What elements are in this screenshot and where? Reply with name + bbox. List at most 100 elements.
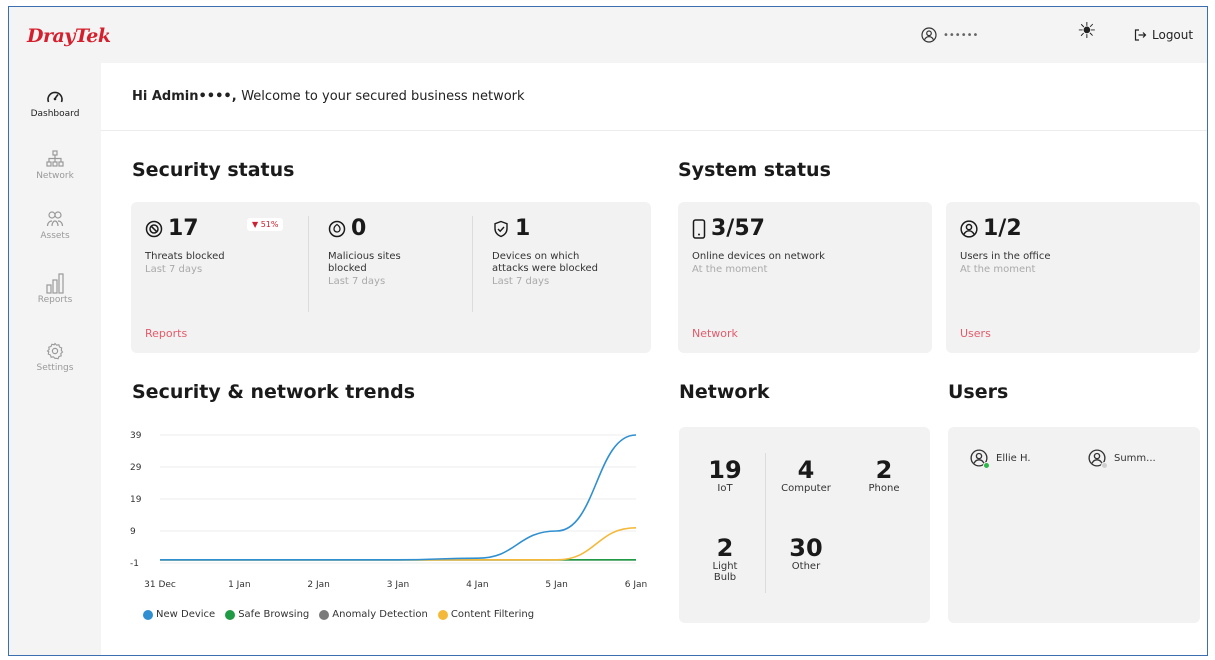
x-tick-label: 6 Jan xyxy=(625,580,647,590)
x-tick-label: 31 Dec xyxy=(144,580,176,590)
greeting-prefix: Hi Admin xyxy=(132,89,199,104)
users-link[interactable]: Users xyxy=(960,327,991,340)
series-line xyxy=(160,434,637,561)
legend-swatch xyxy=(319,609,330,620)
legend-swatch xyxy=(143,609,153,620)
trends-chart-svg: 39 29 19 9 -1 31 Dec 1 Jan 2 Jan 3 Jan 4 Jan 5 Jan… xyxy=(130,431,647,590)
devices-attacked-label: Devices on which attacks were blocked xyxy=(492,251,599,274)
gear-icon xyxy=(46,342,64,360)
y-tick-label: 39 xyxy=(130,431,142,441)
gauge-icon xyxy=(47,91,63,103)
trends-chart: 39 29 19 9 -1 31 Dec 1 Jan 2 Jan 3 Jan 4 Jan 5 Jan… xyxy=(126,421,656,621)
sidebar-item-reports[interactable]: Reports xyxy=(9,271,101,305)
divider xyxy=(101,130,1207,131)
x-tick-label: 1 Jan xyxy=(228,580,250,590)
sidebar-item-label: Settings xyxy=(36,363,74,373)
user-name: Summ... xyxy=(1114,452,1156,464)
network-cell-light-bulb: 2 Light Bulb xyxy=(712,534,738,583)
users-office-card: 1/2 Users in the office At the moment Us… xyxy=(946,202,1200,353)
threats-blocked-label: Threats blocked xyxy=(145,251,225,262)
sidebar-item-label: Reports xyxy=(37,295,73,305)
trend-badge: ▼ 51% xyxy=(247,218,284,231)
online-devices-value: 3/57 xyxy=(711,216,765,241)
avatar xyxy=(970,449,990,469)
system-status-title: System status xyxy=(678,159,831,181)
users-office-period: At the moment xyxy=(960,264,1036,275)
reports-link[interactable]: Reports xyxy=(145,327,187,340)
y-tick-label: -1 xyxy=(130,559,139,569)
avatar xyxy=(1088,449,1108,469)
malicious-sites-label: Malicious sites blocked xyxy=(328,251,401,274)
welcome-message: Hi Admin••••, Welcome to your secured bu… xyxy=(132,89,525,104)
series-line xyxy=(160,527,637,561)
legend-item[interactable]: Content Filtering xyxy=(437,609,534,620)
sidebar-item-assets[interactable]: Assets xyxy=(9,207,101,241)
legend-item[interactable]: Anomaly Detection xyxy=(319,609,428,620)
legend-swatch xyxy=(225,609,236,620)
y-tick-label: 19 xyxy=(130,495,142,505)
bar-chart-icon xyxy=(46,273,64,294)
logout-icon xyxy=(1134,29,1147,41)
user-menu[interactable]: •••••• xyxy=(921,27,978,43)
greeting-name: •••• xyxy=(198,89,232,104)
malicious-sites-value: 0 xyxy=(351,216,367,241)
sidebar-item-label: Network xyxy=(36,171,74,181)
draytek-logo[interactable]: DrayTek xyxy=(27,25,111,47)
malicious-sites-period: Last 7 days xyxy=(328,276,386,287)
divider xyxy=(472,216,473,312)
malicious-sites-stat: 0 Malicious sites blocked Last 7 days xyxy=(328,216,401,288)
legend-item[interactable]: Safe Browsing xyxy=(225,609,309,620)
phone-icon xyxy=(692,218,706,239)
legend-swatch xyxy=(437,609,448,620)
network-card: 19 IoT 4 Computer 2 Phone 2 Light Bulb 30 Oth… xyxy=(679,427,930,623)
network-cell-computer: 4 Computer xyxy=(781,456,831,494)
users-office-value: 1/2 xyxy=(983,216,1022,241)
x-tick-label: 4 Jan xyxy=(466,580,488,590)
devices-attacked-stat: 1 Devices on which attacks were blocked L… xyxy=(492,216,598,288)
user-chip[interactable]: Ellie H. xyxy=(970,449,1031,469)
devices-attacked-period: Last 7 days xyxy=(492,276,550,287)
threats-blocked-stat: 17 Threats blocked Last 7 days xyxy=(145,216,225,276)
trends-title: Security & network trends xyxy=(132,381,416,403)
user-name: •••••• xyxy=(943,29,979,41)
theme-toggle-icon[interactable]: ☀ xyxy=(1077,21,1097,43)
sidebar-item-network[interactable]: Network xyxy=(9,147,101,181)
main-content: Hi Admin••••, Welcome to your secured bu… xyxy=(101,63,1207,655)
greeting-suffix: Welcome to your secured business network xyxy=(241,89,525,104)
x-tick-label: 5 Jan xyxy=(545,580,567,590)
chart-legend: New Device Safe Browsing Anomaly Detecti… xyxy=(143,609,534,620)
devices-attacked-value: 1 xyxy=(515,216,531,241)
network-link[interactable]: Network xyxy=(692,327,738,340)
network-icon xyxy=(46,150,64,167)
network-cell-other: 30 Other xyxy=(789,534,823,572)
user-chip[interactable]: Summ... xyxy=(1088,449,1156,469)
online-devices-label: Online devices on network xyxy=(692,251,825,262)
network-title: Network xyxy=(679,381,770,403)
legend-item[interactable]: New Device xyxy=(143,609,215,620)
sidebar: Dashboard Network Assets Reports Setting… xyxy=(9,63,101,655)
sidebar-item-dashboard[interactable]: Dashboard xyxy=(9,85,101,119)
sidebar-item-label: Dashboard xyxy=(30,109,80,119)
network-cell-phone: 2 Phone xyxy=(868,456,900,494)
x-tick-label: 3 Jan xyxy=(387,580,409,590)
logout-button[interactable]: Logout xyxy=(1133,28,1193,42)
logout-label: Logout xyxy=(1152,28,1194,42)
user-circle-icon xyxy=(960,219,978,238)
network-cell-iot: 19 IoT xyxy=(708,456,742,494)
users-office-label: Users in the office xyxy=(960,251,1051,262)
users-office-stat: 1/2 Users in the office At the moment xyxy=(960,216,1051,276)
assets-icon xyxy=(46,211,64,227)
virus-icon xyxy=(328,220,346,237)
x-tick-label: 2 Jan xyxy=(307,580,329,590)
y-tick-label: 29 xyxy=(130,463,142,473)
user-name: Ellie H. xyxy=(996,452,1031,464)
presence-indicator xyxy=(1101,462,1108,469)
sidebar-item-settings[interactable]: Settings xyxy=(9,339,101,373)
users-title: Users xyxy=(948,381,1009,403)
shield-check-icon xyxy=(494,220,508,237)
online-devices-period: At the moment xyxy=(692,264,768,275)
threats-blocked-value: 17 xyxy=(168,216,199,241)
y-tick-label: 9 xyxy=(130,527,136,537)
online-devices-stat: 3/57 Online devices on network At the mo… xyxy=(692,216,825,276)
users-card: Ellie H. Summ... xyxy=(948,427,1200,623)
